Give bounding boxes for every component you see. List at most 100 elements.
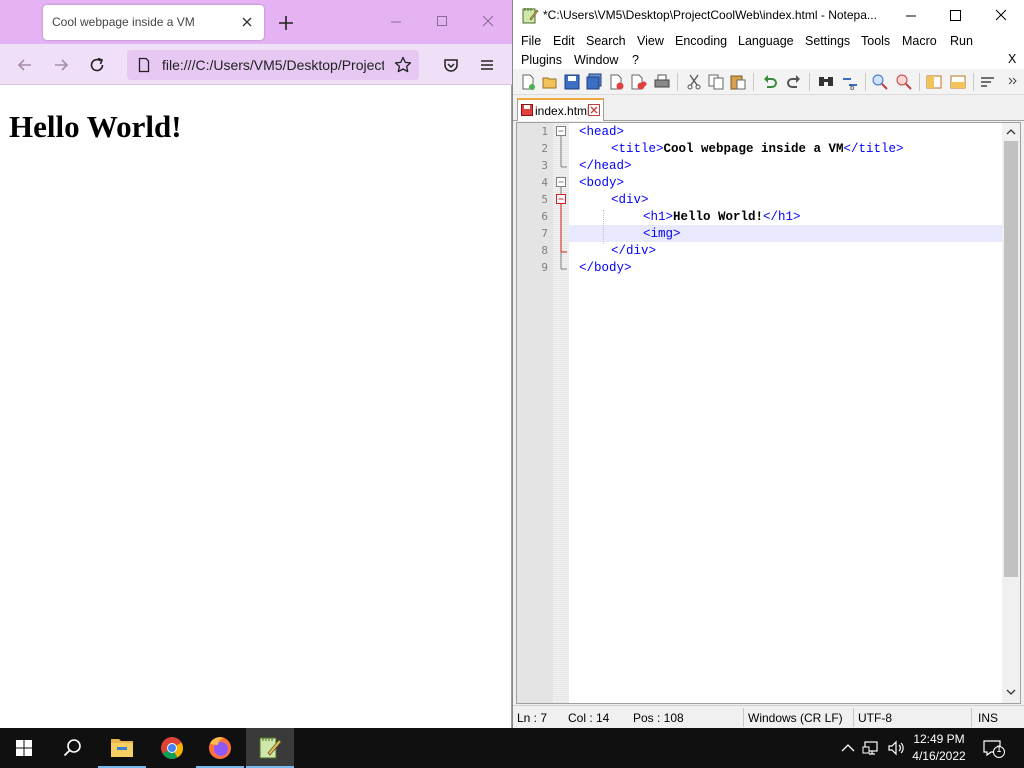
zoom-in-icon[interactable] — [871, 73, 889, 91]
paste-icon[interactable] — [729, 73, 747, 91]
code-line-5[interactable]: <div> — [611, 192, 649, 209]
save-icon[interactable] — [563, 73, 581, 91]
scrollbar-thumb[interactable] — [1004, 141, 1018, 577]
indent-guide — [603, 210, 604, 244]
menu-run[interactable]: Run — [950, 34, 973, 48]
firefox-tab[interactable]: Cool webpage inside a VM — [43, 5, 264, 40]
menu-window[interactable]: Window — [574, 53, 618, 67]
html-tag: </div> — [611, 244, 657, 258]
status-encoding[interactable]: UTF-8 — [858, 711, 892, 725]
vertical-scrollbar[interactable] — [1002, 123, 1020, 703]
save-all-icon[interactable] — [585, 73, 603, 91]
html-tag: </title> — [843, 142, 904, 156]
close-tab-icon[interactable] — [588, 104, 600, 116]
notepad-app-icon — [521, 6, 539, 24]
npp-status-bar: Ln : 7 Col : 14 Pos : 108 Windows (CR LF… — [513, 705, 1024, 728]
code-line-4[interactable]: <body> — [579, 175, 624, 192]
tag-text: Cool webpage inside a VM — [663, 142, 844, 156]
status-column: Col : 14 — [568, 711, 610, 725]
html-tag: <head> — [579, 125, 625, 139]
replace-icon[interactable]: b — [841, 73, 859, 91]
document-tab[interactable]: index.html — [517, 98, 604, 121]
url-text[interactable]: file:///C:/Users/VM5/Desktop/ProjectCool… — [162, 57, 384, 73]
status-eol[interactable]: Windows (CR LF) — [748, 711, 843, 725]
close-window-icon[interactable] — [475, 8, 501, 34]
close-tab-icon[interactable] — [236, 11, 258, 33]
menu-file[interactable]: File — [521, 34, 541, 48]
status-insert-mode[interactable]: INS — [978, 711, 998, 725]
show-hidden-icons-chevron-icon[interactable] — [838, 738, 858, 758]
copy-icon[interactable] — [707, 73, 725, 91]
code-line-3[interactable]: </head> — [579, 158, 632, 175]
minimize-icon[interactable] — [889, 2, 933, 30]
menu-search[interactable]: Search — [586, 34, 626, 48]
taskbar-clock-date[interactable]: 4/16/2022 — [906, 749, 972, 763]
chrome-icon[interactable] — [148, 728, 196, 768]
find-icon[interactable] — [817, 73, 835, 91]
code-line-2[interactable]: <title>Cool webpage inside a VM</title> — [611, 141, 904, 158]
network-icon[interactable] — [862, 738, 882, 758]
zoom-out-icon[interactable] — [895, 73, 913, 91]
menu-hamburger-icon[interactable] — [474, 52, 500, 78]
sync-vertical-icon[interactable] — [925, 73, 943, 91]
back-arrow-icon[interactable] — [12, 52, 38, 78]
line-number-gutter: 1 2 3 4 5 6 7 8 9 — [517, 123, 553, 703]
scroll-up-icon[interactable] — [1002, 123, 1020, 141]
html-tag: <body> — [579, 176, 625, 190]
cut-icon[interactable] — [685, 73, 703, 91]
reload-icon[interactable] — [84, 52, 110, 78]
url-bar[interactable]: file:///C:/Users/VM5/Desktop/ProjectCool… — [127, 50, 419, 80]
file-explorer-icon[interactable] — [98, 728, 146, 768]
toolbar-separator — [677, 73, 678, 91]
minimize-icon[interactable] — [383, 8, 409, 34]
search-icon[interactable] — [48, 728, 96, 768]
close-all-icon[interactable] — [629, 73, 647, 91]
code-line-7[interactable]: <img> — [643, 226, 681, 243]
close-file-icon[interactable] — [607, 73, 625, 91]
menu-settings[interactable]: Settings — [805, 34, 850, 48]
bookmark-star-icon[interactable] — [393, 55, 413, 75]
start-windows-icon[interactable] — [0, 728, 48, 768]
code-line-8[interactable]: </div> — [611, 243, 656, 260]
print-icon[interactable] — [653, 73, 671, 91]
line-number: 4 — [541, 176, 548, 189]
toolbar-overflow-chevron-icon[interactable] — [1007, 73, 1019, 91]
maximize-icon[interactable] — [933, 2, 977, 30]
new-tab-icon[interactable] — [275, 12, 297, 34]
close-window-icon[interactable] — [979, 2, 1023, 30]
firefox-icon[interactable] — [196, 728, 244, 768]
code-line-1[interactable]: <head> — [579, 124, 624, 141]
code-editor[interactable]: 1 2 3 4 5 6 7 8 9 <head> <title>Cool web… — [516, 122, 1021, 704]
close-document-button[interactable]: X — [1008, 52, 1016, 66]
menu-plugins[interactable]: Plugins — [521, 53, 562, 67]
forward-arrow-icon[interactable] — [48, 52, 74, 78]
taskbar-clock-time[interactable]: 12:49 PM — [906, 732, 972, 746]
notepad-plus-plus-icon[interactable] — [246, 728, 294, 768]
fold-markers[interactable] — [553, 123, 569, 283]
maximize-icon[interactable] — [429, 8, 455, 34]
volume-icon[interactable] — [886, 738, 906, 758]
html-tag: <h1> — [643, 210, 674, 224]
open-file-icon[interactable] — [541, 73, 559, 91]
code-line-6[interactable]: <h1>Hello World!</h1> — [643, 209, 801, 226]
line-number: 3 — [541, 159, 548, 172]
menu-encoding[interactable]: Encoding — [675, 34, 727, 48]
menu-help[interactable]: ? — [632, 53, 639, 67]
sync-horizontal-icon[interactable] — [949, 73, 967, 91]
firefox-tab-strip[interactable]: Cool webpage inside a VM — [0, 0, 512, 44]
word-wrap-icon[interactable] — [979, 73, 997, 91]
pocket-icon[interactable] — [438, 52, 464, 78]
code-line-9[interactable]: </body> — [579, 260, 632, 277]
menu-language[interactable]: Language — [738, 34, 794, 48]
menu-macro[interactable]: Macro — [902, 34, 937, 48]
scroll-down-icon[interactable] — [1002, 683, 1020, 701]
menu-view[interactable]: View — [637, 34, 664, 48]
undo-icon[interactable] — [761, 73, 779, 91]
menu-edit[interactable]: Edit — [553, 34, 575, 48]
current-line-highlight — [569, 225, 1002, 242]
redo-icon[interactable] — [785, 73, 803, 91]
npp-title-bar[interactable]: *C:\Users\VM5\Desktop\ProjectCoolWeb\ind… — [513, 0, 1024, 31]
new-file-icon[interactable] — [519, 73, 537, 91]
menu-tools[interactable]: Tools — [861, 34, 890, 48]
unsaved-file-icon — [521, 104, 533, 116]
